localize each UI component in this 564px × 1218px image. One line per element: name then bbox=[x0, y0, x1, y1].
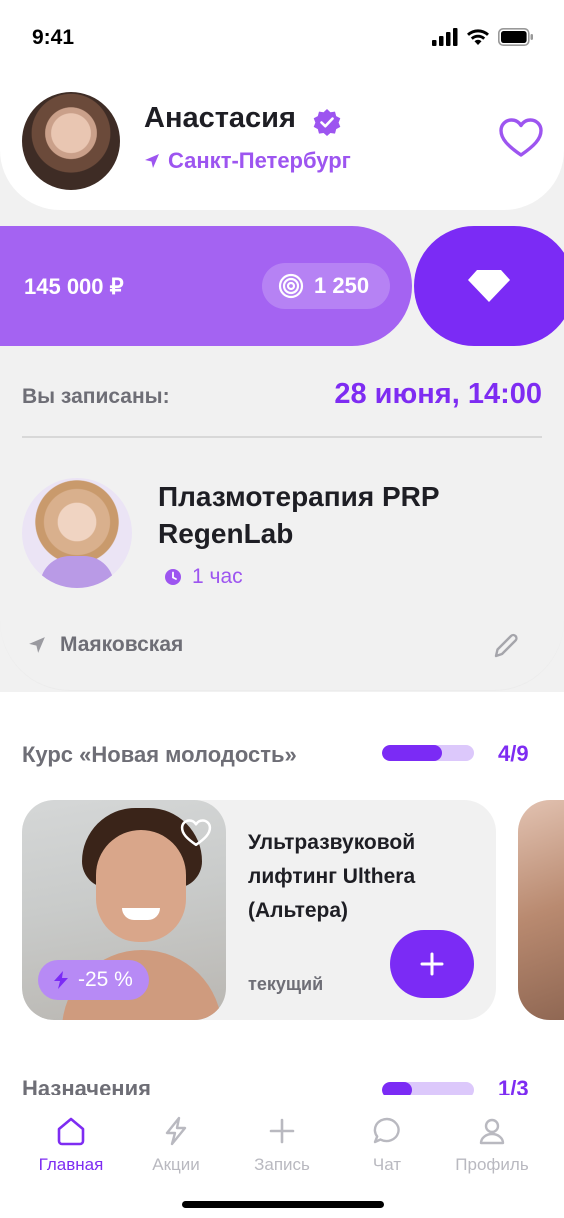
city-name: Санкт-Петербург bbox=[168, 148, 351, 173]
favorites-heart-icon[interactable] bbox=[498, 117, 544, 159]
signal-icon bbox=[432, 28, 458, 46]
discount-badge: -25 % bbox=[38, 960, 149, 1000]
tab-promotions[interactable]: Акции bbox=[126, 1115, 226, 1175]
appointment-location[interactable]: Маяковская bbox=[28, 633, 183, 657]
bonus-coins-value: 1 250 bbox=[314, 273, 370, 298]
home-icon bbox=[57, 1117, 85, 1146]
status-icons bbox=[432, 28, 534, 46]
tab-label: Чат bbox=[372, 1155, 402, 1174]
procedure-name: Ультразвуковой лифтинг Ulthera (Альтера) bbox=[248, 831, 416, 922]
procedure-status: текущий bbox=[248, 974, 324, 994]
diamond-icon bbox=[468, 270, 510, 302]
tab-label: Запись bbox=[254, 1155, 310, 1174]
photo-face bbox=[96, 830, 186, 942]
avatar[interactable] bbox=[22, 92, 120, 190]
service-duration: 1 час bbox=[164, 565, 243, 589]
photo-smile bbox=[122, 908, 160, 920]
navigation-arrow-icon bbox=[145, 154, 159, 168]
tab-chat[interactable]: Чат bbox=[337, 1115, 437, 1175]
balance-card[interactable]: 145 000 ₽ 1 250 bbox=[0, 226, 412, 346]
lightning-icon bbox=[54, 971, 68, 989]
status-time: 9:41 bbox=[32, 26, 75, 49]
bonus-coins-chip[interactable]: 1 250 bbox=[262, 263, 390, 309]
specialist-avatar[interactable] bbox=[22, 478, 132, 588]
favorite-heart-icon[interactable] bbox=[180, 818, 212, 848]
divider bbox=[22, 436, 542, 438]
profile-header: Анастасия Санкт-Петербург bbox=[0, 60, 564, 210]
course-progress-bar bbox=[382, 745, 474, 761]
clock-icon bbox=[165, 569, 181, 585]
add-procedure-button[interactable] bbox=[390, 930, 474, 998]
balance-amount: 145 000 ₽ bbox=[24, 274, 124, 299]
appointment-label: Вы записаны: bbox=[22, 385, 170, 408]
tab-label: Акции bbox=[152, 1155, 200, 1174]
battery-icon bbox=[498, 28, 533, 46]
chat-icon bbox=[373, 1117, 400, 1144]
tab-profile[interactable]: Профиль bbox=[442, 1115, 542, 1175]
tab-label: Профиль bbox=[455, 1155, 529, 1174]
city-location[interactable]: Санкт-Петербург bbox=[144, 148, 351, 174]
plus-icon bbox=[269, 1118, 295, 1144]
user-name: Анастасия bbox=[144, 102, 296, 134]
course-title[interactable]: Курс «Новая молодость» bbox=[22, 742, 297, 768]
service-title[interactable]: Плазмотерапия PRP RegenLab bbox=[158, 478, 518, 552]
spiral-coin-icon bbox=[278, 273, 304, 299]
loyalty-diamond-button[interactable] bbox=[414, 226, 564, 346]
procedure-photo: -25 % bbox=[22, 800, 226, 1020]
specialist-shirt bbox=[40, 556, 114, 588]
edit-pencil-icon[interactable] bbox=[490, 630, 522, 662]
verified-badge-icon bbox=[313, 109, 341, 136]
tab-booking[interactable]: Запись bbox=[232, 1115, 332, 1175]
next-procedure-card[interactable] bbox=[518, 800, 564, 1020]
course-progress-fill bbox=[382, 745, 442, 761]
tab-home[interactable]: Главная bbox=[21, 1115, 121, 1175]
course-progress-text: 4/9 bbox=[498, 741, 529, 766]
procedure-card[interactable]: -25 % Ультразвуковой лифтинг Ulthera (Ал… bbox=[22, 800, 496, 1020]
lightning-icon bbox=[165, 1116, 187, 1146]
home-screen: 9:41 Анастасия Санкт-Петербург 145 000 ₽… bbox=[0, 0, 564, 1218]
profile-icon bbox=[479, 1118, 505, 1145]
wifi-icon bbox=[467, 29, 489, 45]
appointment-date: 28 июня, 14:00 bbox=[334, 378, 542, 410]
location-name: Маяковская bbox=[60, 633, 184, 656]
navigation-arrow-icon bbox=[29, 637, 45, 653]
discount-text: -25 % bbox=[78, 968, 133, 991]
duration-text: 1 час bbox=[192, 565, 243, 588]
home-indicator bbox=[182, 1201, 384, 1208]
tab-label: Главная bbox=[38, 1155, 104, 1174]
tab-bar: Главная Акции Запись Чат Профиль bbox=[0, 1095, 564, 1218]
plus-icon bbox=[420, 952, 444, 976]
